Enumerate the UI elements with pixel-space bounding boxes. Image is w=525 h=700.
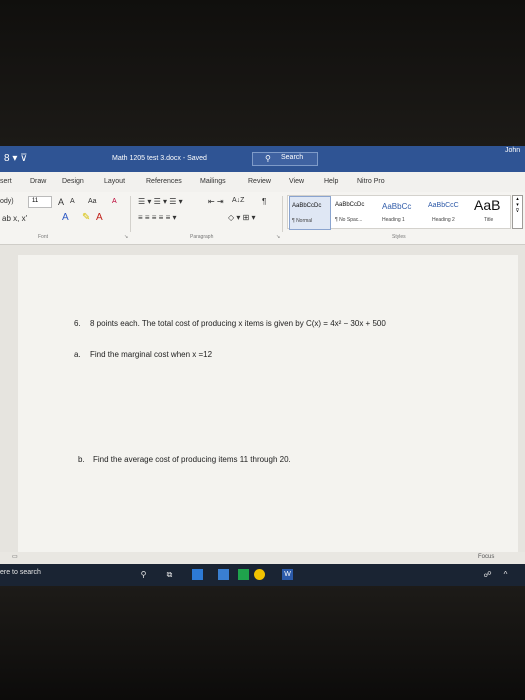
pilcrow-icon[interactable]: ¶ <box>262 197 266 206</box>
alignment-icons[interactable]: ≡ ≡ ≡ ≡ ≡ ▾ <box>138 213 176 222</box>
tab-layout[interactable]: Layout <box>104 178 125 185</box>
style-title[interactable]: AaB Title <box>472 196 508 228</box>
search-box[interactable]: ⚲ Search <box>252 152 318 166</box>
style-preview: AaBbCc <box>382 202 412 211</box>
title-bar: 8 ▾ ⊽ Math 1205 test 3.docx - Saved ⚲ Se… <box>0 146 525 172</box>
styles-scroll-buttons[interactable]: ▴ ▾ ⊽ <box>512 195 523 229</box>
search-icon: ⚲ <box>265 154 271 163</box>
question-text: 8 points each. The total cost of produci… <box>90 319 386 328</box>
app-icon[interactable] <box>238 569 249 580</box>
store-icon[interactable] <box>218 569 229 580</box>
monitor-bezel-top <box>0 0 525 146</box>
style-preview: AaBbCcDc <box>335 202 365 208</box>
style-name: ¶ Normal <box>292 218 313 224</box>
font-dialog-launcher-icon[interactable]: ↘ <box>124 234 128 240</box>
tab-design[interactable]: Design <box>62 178 84 185</box>
text-effects-icon[interactable]: A <box>62 212 69 223</box>
style-heading-2[interactable]: AaBbCcC Heading 2 <box>426 196 470 228</box>
screen: 8 ▾ ⊽ Math 1205 test 3.docx - Saved ⚲ Se… <box>0 146 525 586</box>
question-number: 6. <box>74 319 81 328</box>
tab-view[interactable]: View <box>289 178 304 185</box>
font-color-icon[interactable]: A <box>96 212 103 223</box>
tab-mailings[interactable]: Mailings <box>200 178 226 185</box>
style-preview: AaBbCcC <box>428 202 459 209</box>
paragraph-dialog-launcher-icon[interactable]: ↘ <box>276 234 280 240</box>
divider <box>282 196 283 236</box>
proofing-icon[interactable]: ▭ <box>12 553 18 560</box>
tab-draw[interactable]: Draw <box>30 178 46 185</box>
windows-taskbar: ere to search ⚲ ⧉ W ☍ ^ <box>0 564 525 586</box>
group-paragraph-label: Paragraph <box>190 234 214 240</box>
tab-nitro-pro[interactable]: Nitro Pro <box>357 178 385 185</box>
monitor-bezel-bottom <box>0 586 525 700</box>
quick-access-toolbar[interactable]: 8 ▾ ⊽ <box>4 153 27 164</box>
style-no-spacing[interactable]: AaBbCcDc ¶ No Spac... <box>333 196 377 228</box>
people-icon[interactable]: ☍ <box>482 569 493 580</box>
focus-button[interactable]: Focus <box>478 554 494 560</box>
group-font-label: Font <box>38 234 49 240</box>
part-a-text: Find the marginal cost when x =12 <box>90 350 213 359</box>
font-name-box[interactable]: ody) <box>0 198 14 205</box>
style-preview: AaB <box>474 197 501 213</box>
style-name: ¶ No Spac... <box>335 217 363 223</box>
ribbon-group-labels: Font ↘ Paragraph ↘ Styles <box>0 232 525 245</box>
style-heading-1[interactable]: AaBbCc Heading 1 <box>380 196 424 228</box>
font-size-value: 11 <box>32 198 39 204</box>
file-explorer-icon[interactable] <box>192 569 203 580</box>
strikethrough-subscript-icons[interactable]: ab x, x' <box>2 214 27 223</box>
style-name: Heading 2 <box>432 217 455 223</box>
tab-review[interactable]: Review <box>248 178 271 185</box>
divider <box>130 196 131 236</box>
change-case-button[interactable]: Aa <box>88 198 97 205</box>
status-bar: ▭ Focus <box>0 552 525 564</box>
chrome-icon[interactable] <box>254 569 265 580</box>
part-b-label: b. <box>78 455 85 464</box>
ribbon-home: ody) 11 A A Aa A ab x, x' A ✎ A ☰ ▾ ☰ ▾ … <box>0 192 525 236</box>
font-size-box[interactable]: 11 <box>28 196 52 208</box>
tab-references[interactable]: References <box>146 178 182 185</box>
search-label: Search <box>281 154 304 161</box>
style-name: Title <box>484 217 494 223</box>
shading-icon[interactable]: ◇ ▾ ⊞ ▾ <box>228 213 256 222</box>
clear-formatting-button[interactable]: A <box>112 198 117 205</box>
ribbon-tabs: sert Draw Design Layout References Maili… <box>0 172 525 192</box>
part-a-label: a. <box>74 350 81 359</box>
highlight-icon[interactable]: ✎ <box>82 212 90 223</box>
group-styles-label: Styles <box>392 234 406 240</box>
taskbar-search[interactable]: ere to search <box>0 569 41 576</box>
style-normal[interactable]: AaBbCcDc ¶ Normal <box>289 196 331 230</box>
sort-icon[interactable]: A↓Z <box>232 197 244 204</box>
mic-icon[interactable]: ⚲ <box>138 569 149 580</box>
chevron-up-icon[interactable]: ^ <box>500 569 511 580</box>
part-b-text: Find the average cost of producing items… <box>93 455 291 464</box>
shrink-font-button[interactable]: A <box>70 198 75 205</box>
word-icon[interactable]: W <box>282 569 293 580</box>
document-page[interactable]: 6. 8 points each. The total cost of prod… <box>18 255 518 552</box>
tab-help[interactable]: Help <box>324 178 338 185</box>
indent-icons[interactable]: ⇤ ⇥ <box>208 197 224 206</box>
document-title: Math 1205 test 3.docx - Saved <box>112 155 207 162</box>
styles-gallery: AaBbCcDc ¶ Normal AaBbCcDc ¶ No Spac... … <box>287 195 511 230</box>
user-name[interactable]: John <box>505 147 520 154</box>
grow-font-button[interactable]: A <box>58 197 64 207</box>
document-area: 6. 8 points each. The total cost of prod… <box>0 245 525 552</box>
style-name: Heading 1 <box>382 217 405 223</box>
bullets-icon[interactable]: ☰ ▾ ☰ ▾ ☰ ▾ <box>138 197 183 206</box>
tab-insert[interactable]: sert <box>0 178 12 185</box>
task-view-icon[interactable]: ⧉ <box>164 569 175 580</box>
style-preview: AaBbCcDc <box>292 203 322 209</box>
